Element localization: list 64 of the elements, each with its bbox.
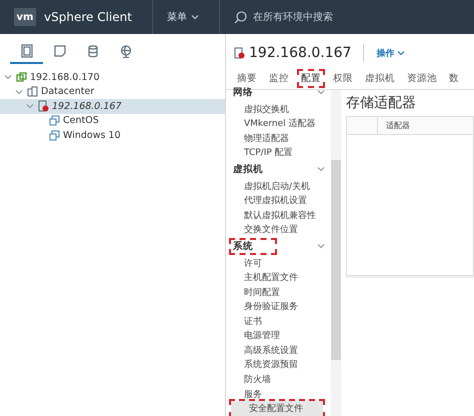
tree-label: Windows 10: [63, 130, 121, 141]
logo: vm: [14, 8, 36, 26]
column-header: 适配器: [385, 120, 410, 132]
hosts-icon: [20, 44, 32, 58]
nav-item[interactable]: TCP/IP 配置: [226, 145, 293, 160]
nav-item[interactable]: 电源管理: [226, 328, 280, 344]
nav-item[interactable]: 物理适配器: [226, 130, 289, 146]
nav-item[interactable]: 主机配置文件: [226, 270, 298, 285]
nav-item[interactable]: 虚拟交换机: [226, 102, 289, 116]
chevron-icon: [397, 49, 406, 57]
tab[interactable]: 资源池: [405, 71, 439, 86]
nav-item[interactable]: 服务: [226, 386, 262, 402]
document-icon: [54, 45, 66, 57]
search-icon: [234, 10, 247, 24]
host-alert-icon: [38, 100, 49, 112]
tree-label: 192.168.0.167: [52, 100, 122, 112]
section-header[interactable]: 网络: [231, 86, 275, 99]
section-header[interactable]: 系统: [231, 240, 275, 253]
chevron-icon: [317, 242, 325, 250]
tab[interactable]: 数: [447, 71, 461, 86]
nav-item[interactable]: 许可: [226, 256, 262, 270]
tree-item[interactable]: Windows 10: [0, 128, 225, 142]
tree-item[interactable]: 192.168.0.170: [0, 70, 225, 84]
tree-item[interactable]: Datacenter: [0, 84, 225, 99]
database-icon: [88, 44, 98, 58]
product-name: vSphere Client: [44, 10, 132, 24]
search-field[interactable]: 在所有环境中搜索: [234, 10, 333, 24]
nav-item[interactable]: 时间配置: [226, 284, 280, 300]
vcenter-icon: [16, 72, 27, 83]
tree-label: Datacenter: [41, 86, 94, 98]
tree-item[interactable]: 192.168.0.167: [0, 99, 225, 114]
nav-item[interactable]: 系统资源预留: [226, 358, 298, 372]
nav-item[interactable]: 证书: [226, 314, 262, 329]
tree-label: CentOS: [63, 115, 99, 126]
chevron-icon: [317, 88, 325, 96]
chevron-icon: [190, 13, 199, 21]
nav-item[interactable]: 虚拟机启动/关机: [226, 178, 310, 194]
actions-button[interactable]: 操作: [376, 46, 406, 60]
tab[interactable]: 监控: [267, 71, 291, 86]
host-alert-icon: [234, 47, 245, 59]
content-title: 存储适配器: [346, 94, 417, 113]
nav-item[interactable]: VMkernel 适配器: [226, 116, 316, 131]
datacenter-icon: [27, 86, 38, 98]
nav-item[interactable]: 默认虚拟机兼容性: [226, 208, 316, 222]
nav-item[interactable]: 防火墙: [226, 372, 271, 387]
tab[interactable]: 虚拟机: [363, 71, 397, 86]
tree-item[interactable]: CentOS: [0, 114, 225, 128]
tab[interactable]: 摘要: [235, 71, 259, 86]
object-title: 192.168.0.167: [249, 45, 352, 61]
section-header[interactable]: 虚拟机: [231, 162, 285, 176]
vm-icon: [49, 130, 60, 141]
nav-item[interactable]: 身份验证服务: [226, 300, 298, 314]
menu-button[interactable]: 菜单: [166, 10, 199, 24]
vm-icon: [49, 115, 60, 126]
chevron-icon: [317, 165, 325, 174]
globe-icon: [120, 44, 132, 58]
nav-item[interactable]: 高级系统设置: [226, 343, 298, 358]
nav-item[interactable]: 安全配置文件: [231, 401, 323, 416]
tree-label: 192.168.0.170: [30, 72, 100, 83]
nav-item[interactable]: 代理虚拟机设置: [226, 193, 307, 208]
tab[interactable]: 权限: [331, 71, 355, 86]
scrollbar-thumb[interactable]: [331, 160, 341, 360]
tab[interactable]: 配置: [299, 71, 323, 86]
nav-item[interactable]: 交换文件位置: [226, 222, 298, 238]
